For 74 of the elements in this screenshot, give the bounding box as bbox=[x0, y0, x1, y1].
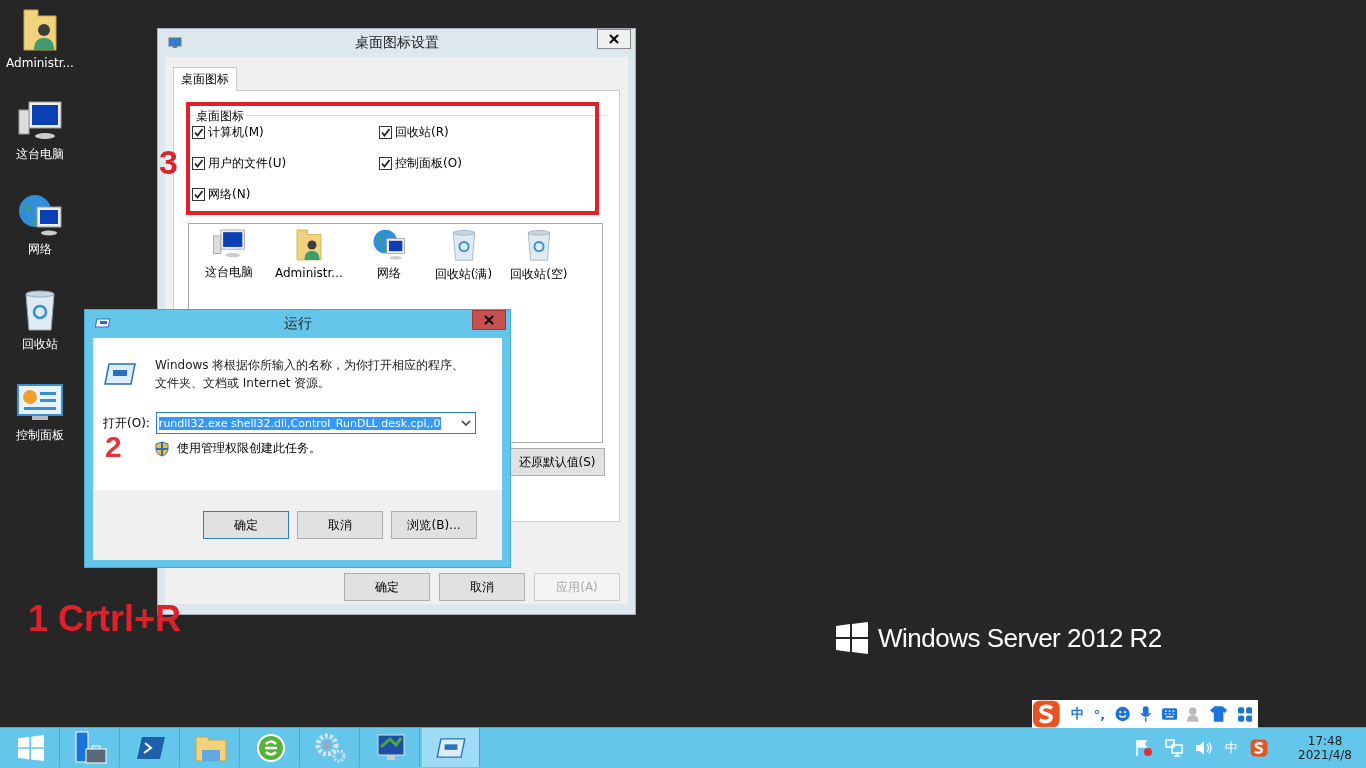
window-title: 运行 bbox=[283, 315, 312, 333]
clock-time[interactable]: 17:48 bbox=[1307, 734, 1343, 748]
desktop-icon-label[interactable]: 控制面板 bbox=[16, 427, 64, 444]
close-icon bbox=[484, 315, 494, 325]
user-folder-icon[interactable] bbox=[20, 8, 60, 52]
open-label: 打开(O): bbox=[103, 414, 150, 432]
globe-computer-icon[interactable] bbox=[371, 228, 406, 261]
step-number: 3 bbox=[159, 143, 178, 182]
monitor-icon bbox=[375, 732, 406, 763]
brand-text: Windows Server 2012 R2 bbox=[878, 622, 1162, 654]
icon-label[interactable]: 回收站(满) bbox=[434, 266, 493, 283]
flag-error-icon[interactable] bbox=[1135, 739, 1154, 757]
dialog-button[interactable]: 取消 bbox=[297, 511, 383, 539]
windows-logo-icon bbox=[17, 734, 44, 761]
window-title: 桌面图标设置 bbox=[354, 34, 439, 52]
run-icon bbox=[434, 736, 467, 759]
icon-label[interactable]: 回收站(空) bbox=[510, 266, 568, 283]
keyboard-icon[interactable] bbox=[1161, 708, 1178, 720]
monitor-icon bbox=[168, 37, 182, 49]
checkbox-label[interactable]: 控制面板(O) bbox=[395, 155, 462, 172]
microphone-icon[interactable] bbox=[1140, 705, 1152, 723]
taskbar-button[interactable] bbox=[422, 728, 480, 767]
checkbox-label[interactable]: 回收站(R) bbox=[395, 124, 449, 141]
punctuation-toggle[interactable]: °, bbox=[1093, 706, 1106, 722]
desktop-icon-label[interactable]: 回收站 bbox=[22, 336, 58, 353]
shirt-icon[interactable] bbox=[1210, 706, 1228, 722]
globe-computer-icon[interactable] bbox=[17, 193, 63, 237]
recycle-bin-icon[interactable] bbox=[23, 288, 57, 332]
icon-label[interactable]: 网络 bbox=[376, 265, 401, 282]
run-icon bbox=[103, 362, 137, 386]
grid-icon[interactable] bbox=[1237, 706, 1252, 722]
dialog-button[interactable]: 确定 bbox=[344, 573, 430, 601]
checkbox[interactable] bbox=[192, 126, 205, 139]
group-title: 桌面图标 bbox=[194, 108, 246, 125]
terminal-prompt-icon bbox=[135, 735, 166, 760]
server-toolbox-icon bbox=[73, 730, 108, 765]
smiley-icon[interactable] bbox=[1115, 706, 1131, 722]
folder-icon bbox=[194, 733, 227, 762]
close-icon bbox=[609, 34, 619, 44]
desktop-icon-label[interactable]: 网络 bbox=[28, 241, 52, 258]
tab[interactable]: 桌面图标 bbox=[173, 67, 237, 91]
computer-icon[interactable] bbox=[212, 228, 246, 260]
close-button[interactable] bbox=[597, 29, 631, 49]
dialog-button[interactable]: 确定 bbox=[203, 511, 289, 539]
icon-label[interactable]: 这台电脑 bbox=[205, 264, 253, 281]
step-caption: 1 Crtrl+R bbox=[28, 598, 182, 640]
checkbox-label[interactable]: 网络(N) bbox=[208, 186, 251, 203]
gears-icon bbox=[314, 732, 347, 763]
restore-defaults-button[interactable]: 还原默认值(S) bbox=[509, 448, 605, 476]
windows-logo-icon bbox=[836, 622, 868, 654]
input-mode-toggle[interactable]: 中 bbox=[1070, 705, 1084, 723]
run-icon bbox=[95, 318, 111, 328]
dialog-button[interactable]: 浏览(B)... bbox=[391, 511, 477, 539]
icon-label[interactable]: Administr... bbox=[275, 266, 343, 280]
step-number: 2 bbox=[105, 430, 122, 464]
circle-e-icon bbox=[255, 732, 286, 763]
user-folder-icon[interactable] bbox=[293, 228, 324, 262]
admin-note: 使用管理权限创建此任务。 bbox=[177, 440, 321, 457]
checkbox-label[interactable]: 计算机(M) bbox=[208, 124, 264, 141]
checkbox[interactable] bbox=[192, 188, 205, 201]
description-text: Windows 将根据你所输入的名称，为你打开相应的程序、文件夹、文档或 Internet 资源。 bbox=[155, 357, 466, 392]
computer-icon[interactable] bbox=[17, 100, 63, 142]
desktop-icon-label[interactable]: Administr... bbox=[6, 56, 74, 70]
control-panel-icon[interactable] bbox=[16, 383, 64, 423]
shield-icon bbox=[155, 440, 169, 457]
s-logo-icon[interactable] bbox=[1032, 699, 1061, 729]
checkbox-label[interactable]: 用户的文件(U) bbox=[208, 155, 287, 172]
checkbox[interactable] bbox=[192, 157, 205, 170]
clock-date[interactable]: 2021/4/8 bbox=[1298, 748, 1352, 762]
checkbox[interactable] bbox=[379, 157, 392, 170]
desktop-icon-label[interactable]: 这台电脑 bbox=[16, 146, 64, 163]
caret-icon[interactable] bbox=[460, 419, 471, 427]
checkbox[interactable] bbox=[379, 126, 392, 139]
dialog-button[interactable]: 取消 bbox=[439, 573, 525, 601]
